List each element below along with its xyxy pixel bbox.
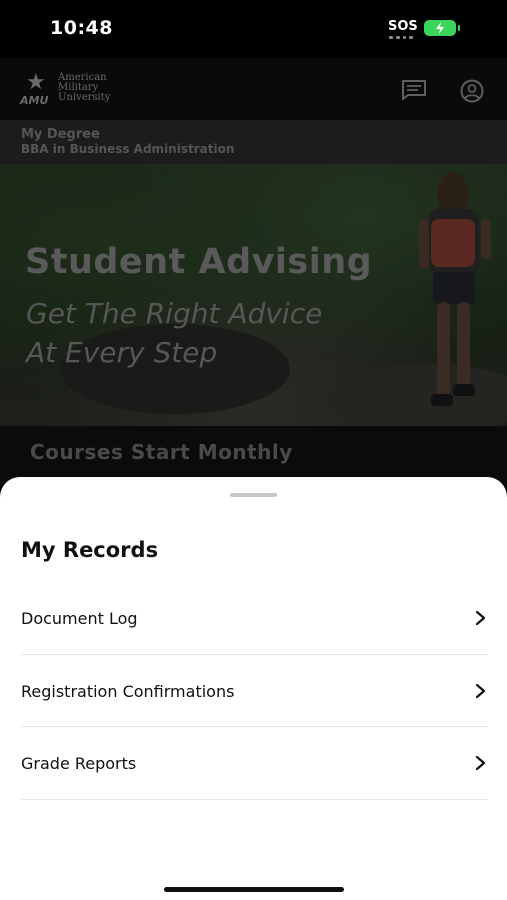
records-bottom-sheet: My Records Document Log Registration Con… xyxy=(0,477,507,900)
status-time: 10:48 xyxy=(50,17,113,39)
hero-subtitle: Get The Right Advice xyxy=(26,297,323,330)
chevron-right-icon xyxy=(475,755,486,771)
signal-dots-icon xyxy=(389,36,413,39)
hero-subtitle: At Every Step xyxy=(26,336,218,369)
battery-icon xyxy=(424,20,460,36)
sos-indicator: SOS xyxy=(388,19,418,34)
menu-item-grade-reports[interactable]: Grade Reports xyxy=(21,727,487,800)
app-header: ★ AMU American Military University xyxy=(0,58,507,120)
sheet-title: My Records xyxy=(21,538,159,562)
logo-abbr: AMU xyxy=(20,94,49,107)
degree-program: BBA in Business Administration xyxy=(21,142,235,156)
amu-logo[interactable]: ★ AMU American Military University xyxy=(20,72,120,108)
chevron-right-icon xyxy=(475,683,486,698)
sheet-grabber[interactable] xyxy=(230,493,277,497)
menu-item-document-log[interactable]: Document Log xyxy=(21,582,487,655)
chat-icon[interactable] xyxy=(401,79,427,101)
menu-item-label: Registration Confirmations xyxy=(21,681,235,701)
menu-item-label: Document Log xyxy=(21,609,138,628)
records-menu: Document Log Registration Confirmations … xyxy=(21,582,487,800)
logo-line: University xyxy=(58,92,111,103)
hero-banner[interactable]: Student Advising Get The Right Advice At… xyxy=(0,164,507,426)
menu-item-label: Grade Reports xyxy=(21,754,137,773)
degree-bar[interactable]: My Degree BBA in Business Administration xyxy=(0,120,507,164)
account-icon[interactable] xyxy=(459,79,485,103)
chevron-right-icon xyxy=(475,610,486,626)
menu-item-registration-confirmations[interactable]: Registration Confirmations xyxy=(21,655,487,727)
degree-title: My Degree xyxy=(21,127,100,142)
hiker-illustration xyxy=(419,172,491,406)
star-icon: ★ xyxy=(26,70,46,95)
home-indicator[interactable] xyxy=(164,887,344,892)
status-bar: 10:48 SOS xyxy=(0,0,507,58)
logo-wordmark: American Military University xyxy=(58,73,110,103)
courses-banner-text: Courses Start Monthly xyxy=(30,440,293,464)
hero-title: Student Advising xyxy=(25,242,373,282)
